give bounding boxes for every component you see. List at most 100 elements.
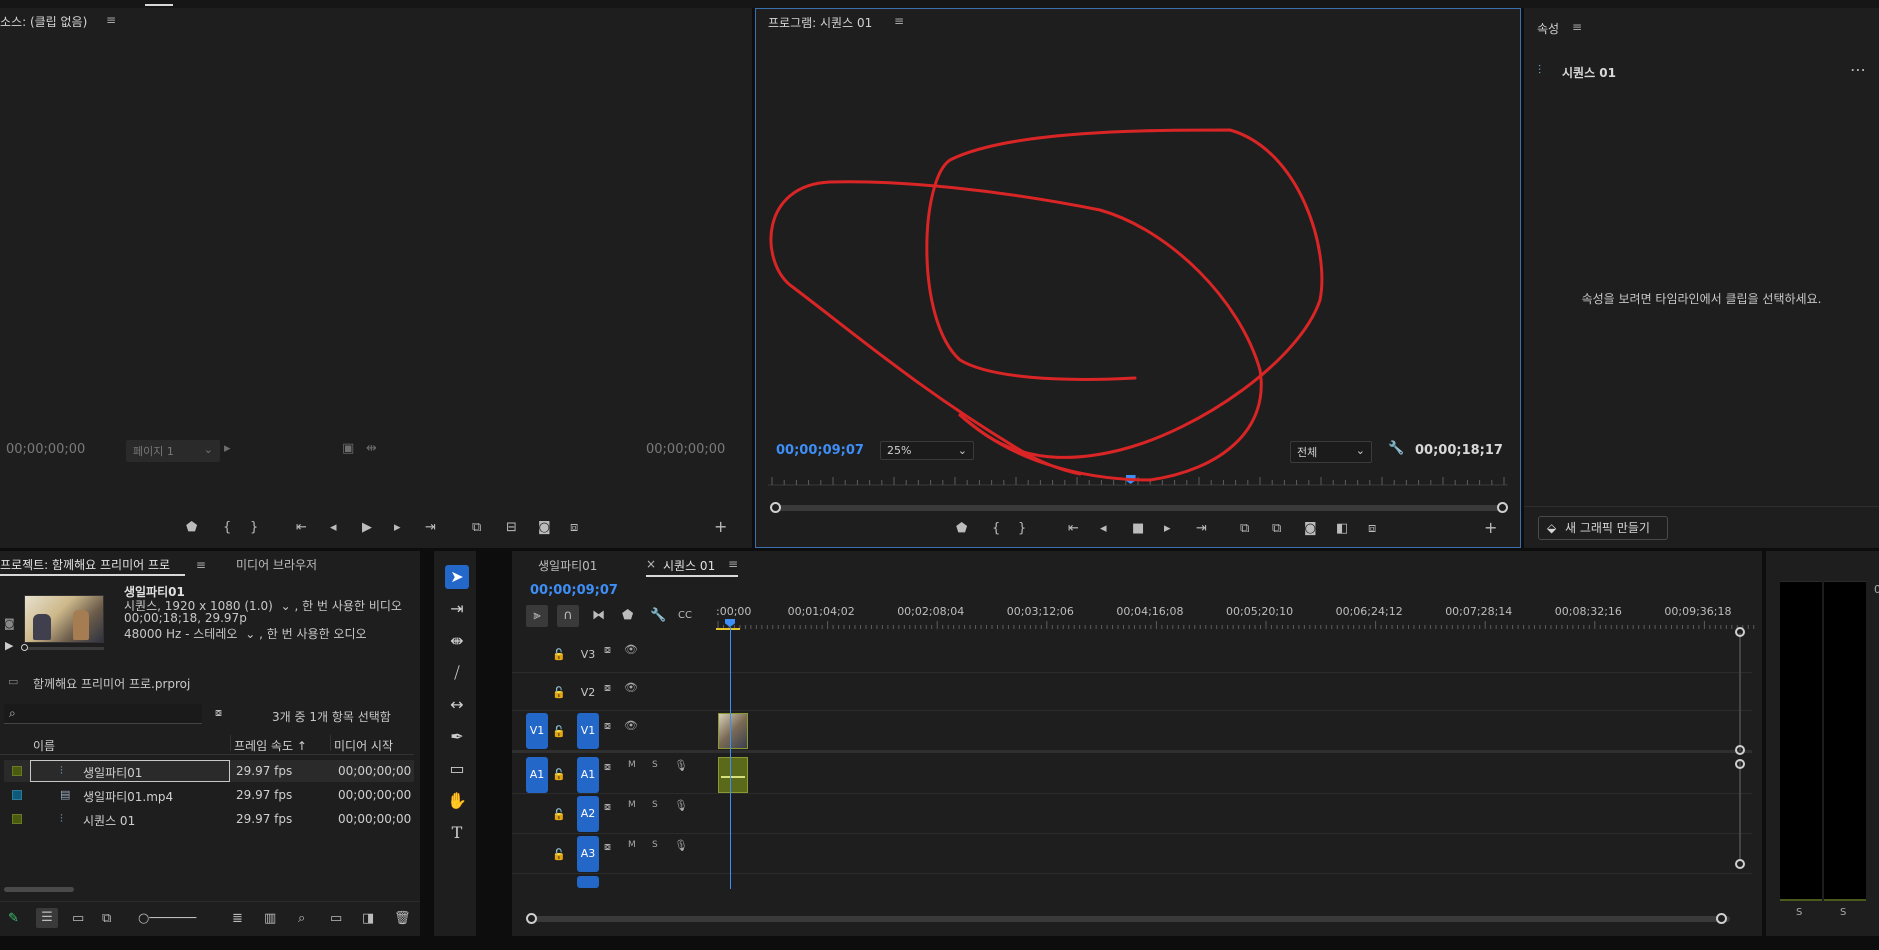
scroll-handle-icon[interactable] xyxy=(1735,759,1745,769)
play-arrow-icon[interactable]: ▸ xyxy=(224,442,231,456)
scrollbar-right-handle[interactable] xyxy=(1497,502,1508,513)
program-panel-menu-icon[interactable]: ≡ xyxy=(894,14,904,28)
tab-project[interactable]: 프로젝트: 함께해요 프리미어 프로 ≡ xyxy=(0,556,206,573)
track-target-v3[interactable]: V3 xyxy=(577,637,599,673)
track-a2[interactable]: 🔓 A2 ⧇ M S 🎙 xyxy=(512,794,1752,834)
track-target-v1[interactable]: V1 xyxy=(577,713,599,749)
source-patch-v1[interactable]: V1 xyxy=(526,713,548,749)
label-color-swatch[interactable] xyxy=(12,790,22,800)
mute-button[interactable]: M xyxy=(628,800,636,810)
source-panel-menu-icon[interactable]: ≡ xyxy=(106,13,116,27)
lock-icon[interactable]: 🔓 xyxy=(552,725,566,738)
program-mark-in-icon[interactable]: { xyxy=(992,522,1000,536)
column-media-start[interactable]: 미디어 시작 xyxy=(334,737,393,754)
solo-right-button[interactable]: S xyxy=(1840,907,1846,918)
program-resolution-dropdown[interactable]: 전체 ⌄ xyxy=(1290,441,1372,463)
sync-lock-icon[interactable]: ⧇ xyxy=(604,681,611,695)
sync-lock-icon[interactable]: ⧇ xyxy=(604,643,611,657)
track-target-a3[interactable]: A3 xyxy=(577,836,599,872)
new-item-icon[interactable]: ◨ xyxy=(362,912,374,926)
new-search-bin-icon[interactable]: ⧇ xyxy=(215,706,222,720)
chevron-down-icon[interactable]: ⌄ xyxy=(245,627,255,641)
timeline-menu-icon[interactable]: ≡ xyxy=(728,557,738,571)
project-panel-menu-icon[interactable]: ≡ xyxy=(196,558,206,572)
track-a1[interactable]: A1 🔓 A1 ⧇ M S 🎙 xyxy=(512,756,1752,794)
vertical-scroll-video[interactable] xyxy=(1739,633,1741,751)
program-time-ruler[interactable] xyxy=(768,473,1508,489)
new-graphic-button[interactable]: ⬙ 새 그래픽 만들기 xyxy=(1538,516,1668,540)
table-row[interactable]: ▤ 생일파티01.mp4 29.97 fps 00;00;00;00 xyxy=(4,784,414,806)
selection-tool-icon[interactable]: ➤ xyxy=(445,565,469,589)
program-button-editor-icon[interactable]: ⧈ xyxy=(1368,522,1376,536)
audio-clip[interactable] xyxy=(718,757,748,793)
solo-button[interactable]: S xyxy=(652,840,658,850)
sync-lock-icon[interactable]: ⧇ xyxy=(604,840,611,854)
solo-button[interactable]: S xyxy=(652,760,658,770)
preview-scrubber[interactable] xyxy=(21,644,104,651)
icon-view-icon[interactable]: ▭ xyxy=(72,912,84,926)
more-options-icon[interactable]: ⋯ xyxy=(1850,60,1866,79)
source-overwrite-icon[interactable]: ⊟ xyxy=(506,521,517,535)
microphone-icon[interactable]: 🎙 xyxy=(674,799,688,812)
new-bin-icon[interactable]: ▭ xyxy=(330,912,342,926)
sync-lock-icon[interactable]: ⧇ xyxy=(604,760,611,774)
program-go-to-out-icon[interactable]: ⇥ xyxy=(1196,522,1207,536)
sort-icon[interactable]: ≣ xyxy=(232,912,243,926)
source-mark-out-icon[interactable]: } xyxy=(250,521,258,535)
source-timecode-current[interactable]: 00;00;00;00 xyxy=(6,442,85,457)
column-frame-rate[interactable]: 프레임 속도 ↑ xyxy=(234,737,307,754)
track-select-tool-icon[interactable]: ⇥ xyxy=(445,597,469,621)
pencil-icon[interactable]: ✎ xyxy=(8,912,19,926)
tab-sequence-01[interactable]: 시퀀스 01 xyxy=(663,557,715,574)
track-target-a1[interactable]: A1 xyxy=(577,757,599,793)
captions-icon[interactable]: CC xyxy=(678,609,692,623)
program-step-forward-icon[interactable]: ▸ xyxy=(1164,522,1171,536)
program-monitor-title[interactable]: 프로그램: 시퀀스 01 xyxy=(768,14,872,31)
tab-close-icon[interactable]: × xyxy=(646,557,656,571)
solo-button[interactable]: S xyxy=(652,800,658,810)
program-go-to-in-icon[interactable]: ⇤ xyxy=(1068,522,1079,536)
track-target-partial[interactable] xyxy=(577,876,599,888)
microphone-icon[interactable]: 🎙 xyxy=(674,839,688,852)
eye-icon[interactable]: 👁 xyxy=(624,681,638,694)
video-clip[interactable] xyxy=(718,713,748,749)
label-color-swatch[interactable] xyxy=(12,814,22,824)
source-export-frame-icon[interactable]: ◙ xyxy=(538,521,551,535)
slip-tool-icon[interactable]: ↔ xyxy=(445,693,469,717)
work-area-bar[interactable] xyxy=(716,628,740,630)
snap-icon[interactable]: ∩ xyxy=(557,605,579,627)
hand-tool-icon[interactable]: ✋ xyxy=(445,789,469,813)
source-insert-icon[interactable]: ⧉ xyxy=(472,521,481,535)
sync-lock-icon[interactable]: ⧇ xyxy=(604,719,611,733)
timeline-ruler[interactable]: :00;00 00;01;04;02 00;02;08;04 00;03;12;06 0… xyxy=(716,605,1756,631)
program-step-back-icon[interactable]: ◂ xyxy=(1100,522,1107,536)
program-zoom-scrollbar[interactable] xyxy=(770,502,1508,513)
label-color-swatch[interactable] xyxy=(12,766,22,776)
properties-menu-icon[interactable]: ≡ xyxy=(1572,20,1582,34)
razor-tool-icon[interactable]: ⧸ xyxy=(445,661,469,685)
rectangle-tool-icon[interactable]: ▭ xyxy=(445,757,469,781)
properties-title[interactable]: 속성 xyxy=(1537,20,1559,37)
mute-button[interactable]: M xyxy=(628,840,636,850)
workspace-tab-indicator[interactable] xyxy=(145,4,173,6)
track-a3[interactable]: 🔓 A3 ⧇ M S 🎙 xyxy=(512,834,1752,874)
trash-icon[interactable]: 🗑 xyxy=(394,912,411,926)
source-button-editor-icon[interactable]: ⧈ xyxy=(570,521,578,535)
add-marker-icon[interactable]: ⬟ xyxy=(622,609,633,623)
source-timecode-duration[interactable]: 00;00;00;00 xyxy=(646,442,725,457)
program-stop-icon[interactable]: ■ xyxy=(1132,522,1144,536)
source-add-marker-icon[interactable]: ⬟ xyxy=(186,521,197,535)
list-view-icon[interactable]: ☰ xyxy=(36,908,58,928)
microphone-icon[interactable]: 🎙 xyxy=(674,759,688,772)
scrollbar-left-handle[interactable] xyxy=(770,502,781,513)
track-v2[interactable]: 🔓 V2 ⧇ 👁 xyxy=(512,673,1752,711)
timeline-settings-icon[interactable]: 🔧 xyxy=(650,609,666,623)
source-go-to-in-icon[interactable]: ⇤ xyxy=(296,521,307,535)
program-lift-icon[interactable]: ⧉ xyxy=(1240,522,1249,536)
timeline-playhead-line[interactable] xyxy=(730,627,731,889)
zoom-slider[interactable]: ○────── xyxy=(138,912,208,926)
timeline-zoom-scrollbar[interactable] xyxy=(526,913,1730,924)
source-mark-in-icon[interactable]: { xyxy=(223,521,231,535)
sync-lock-icon[interactable]: ⧇ xyxy=(604,800,611,814)
freeform-view-icon[interactable]: ⧉ xyxy=(102,912,111,926)
